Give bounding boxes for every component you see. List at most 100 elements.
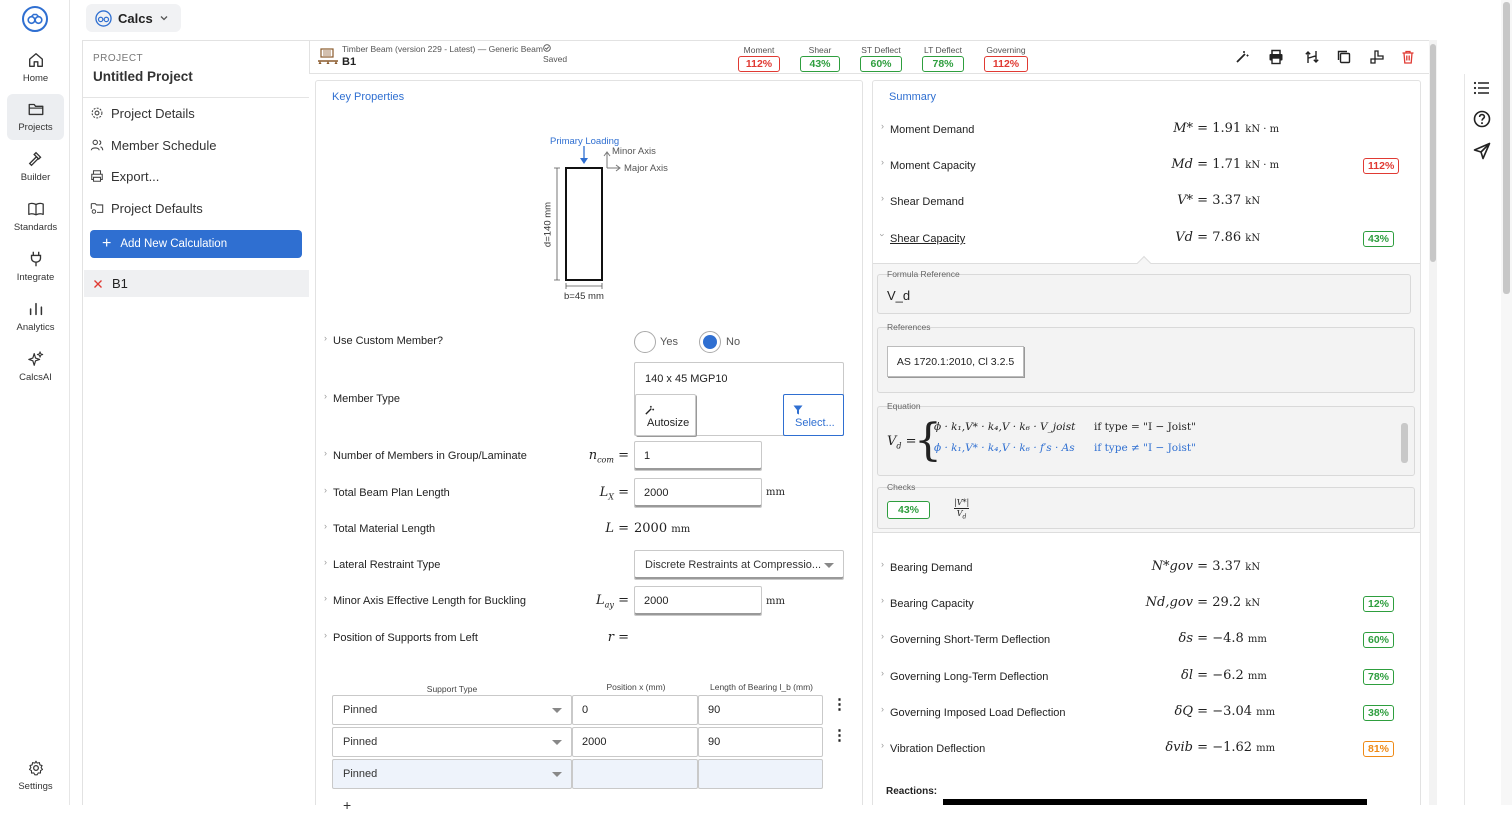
l-symbol: L = xyxy=(605,521,629,536)
member-type-value[interactable]: 140 x 45 MGP10 xyxy=(645,373,728,385)
add-calculation-button[interactable]: + Add New Calculation xyxy=(90,230,302,258)
magic-wand-icon[interactable] xyxy=(1234,49,1250,65)
list-icon[interactable] xyxy=(1472,78,1492,98)
reactions-diagram xyxy=(943,799,1367,805)
restraint-select[interactable]: Discrete Restraints at Compressio... xyxy=(634,550,844,580)
symbol: δQ xyxy=(1174,704,1193,719)
nav-standards[interactable]: Standards xyxy=(7,194,64,240)
row-math: δvib = −1.62 mm xyxy=(1103,740,1275,755)
row-menu-icon[interactable]: ⋮ xyxy=(832,728,847,743)
eff-length-input[interactable]: 2000 xyxy=(634,586,762,616)
util-lt-deflect[interactable]: LT Deflect 78% xyxy=(922,45,964,72)
equation-cond-1: if type = "I − Joist" xyxy=(1094,421,1196,433)
support-bearing-input[interactable]: 90 xyxy=(698,727,823,757)
summary-row-bearing-capacity[interactable]: › Bearing Capacity Nd,gov = 29.2 kN 12% xyxy=(873,593,1420,617)
prop-label: Number of Members in Group/Laminate xyxy=(333,450,527,462)
help-icon[interactable] xyxy=(1472,109,1492,129)
support-position-input[interactable]: 2000 xyxy=(572,727,698,757)
summary-row-st-deflection[interactable]: › Governing Short-Term Deflection δs = −… xyxy=(873,629,1420,653)
num-members-input[interactable]: 1 xyxy=(634,441,762,471)
member-schedule-item[interactable]: Member Schedule xyxy=(90,134,217,156)
nav-integrate[interactable]: Integrate xyxy=(7,244,64,290)
page-scrollbar-thumb[interactable] xyxy=(1503,2,1510,294)
close-icon[interactable] xyxy=(93,279,103,289)
chevron-right-icon[interactable]: › xyxy=(324,448,332,458)
nav-builder[interactable]: Builder xyxy=(7,144,64,190)
summary-row-bearing-demand[interactable]: › Bearing Demand N*gov = 3.37 kN xyxy=(873,557,1420,581)
summary-row-lt-deflection[interactable]: › Governing Long-Term Deflection δl = −6… xyxy=(873,666,1420,690)
send-icon[interactable] xyxy=(1472,141,1492,161)
summary-row-shear-capacity[interactable]: › Shear Capacity Vd = 7.86 kN 43% xyxy=(873,228,1420,252)
select-member-button[interactable]: Select... xyxy=(783,394,844,436)
delete-icon[interactable] xyxy=(1400,49,1416,65)
duplicate-icon[interactable] xyxy=(1336,49,1352,65)
support-type-select[interactable]: Pinned xyxy=(332,727,572,757)
project-defaults-item[interactable]: Project Defaults xyxy=(90,197,203,219)
chevron-right-icon[interactable]: › xyxy=(324,391,332,401)
chevron-right-icon[interactable]: › xyxy=(324,593,332,603)
references-box: References AS 1720.1:2010, Cl 3.2.5 xyxy=(877,322,1415,393)
nav-settings[interactable]: Settings xyxy=(7,753,64,799)
chevron-right-icon: › xyxy=(881,740,884,750)
util-governing[interactable]: Governing 112% xyxy=(984,45,1028,72)
chevron-right-icon[interactable]: › xyxy=(324,485,332,495)
equation-scrollbar[interactable] xyxy=(1401,423,1408,463)
add-row-icon[interactable]: + xyxy=(343,797,351,813)
support-position-input[interactable] xyxy=(572,759,698,789)
saved-label: Saved xyxy=(543,54,568,64)
support-type-select[interactable]: Pinned xyxy=(332,695,572,725)
support-bearing-input[interactable]: 90 xyxy=(698,695,823,725)
chevron-right-icon[interactable]: › xyxy=(324,521,332,531)
project-title[interactable]: Untitled Project xyxy=(93,69,193,84)
app-switcher[interactable]: Calcs xyxy=(86,4,181,32)
project-details-item[interactable]: Project Details xyxy=(90,102,195,124)
row-math: V* = 3.37 kN xyxy=(1103,193,1260,208)
link-member-icon[interactable] xyxy=(1369,49,1385,65)
member-item-b1[interactable]: B1 xyxy=(84,270,309,297)
beam-length-input[interactable]: 2000 xyxy=(634,478,762,508)
summary-row-shear-demand[interactable]: › Shear Demand V* = 3.37 kN xyxy=(873,191,1420,215)
nav-label: Integrate xyxy=(16,272,55,283)
chevron-right-icon[interactable]: › xyxy=(324,630,332,640)
chevron-right-icon: › xyxy=(881,121,884,131)
calcs-logo-icon[interactable] xyxy=(22,6,48,32)
select-value: Pinned xyxy=(343,736,378,748)
prop-label: Member Type xyxy=(333,393,401,405)
swap-icon[interactable] xyxy=(1304,49,1320,65)
summary-row-imposed-deflection[interactable]: › Governing Imposed Load Deflection δQ =… xyxy=(873,702,1420,726)
radio-selected-dot xyxy=(703,335,717,349)
content-scrollbar-thumb[interactable] xyxy=(1430,44,1436,262)
row-menu-icon[interactable]: ⋮ xyxy=(832,697,847,712)
summary-row-vibration-deflection[interactable]: › Vibration Deflection δvib = −1.62 mm 8… xyxy=(873,738,1420,762)
sym-main: L xyxy=(605,521,614,536)
symbol: N*gov xyxy=(1151,559,1193,574)
chevron-right-icon[interactable]: › xyxy=(324,333,332,343)
eq: = xyxy=(1197,230,1209,245)
check-ratio: |V*| Vd xyxy=(954,498,970,521)
util-moment[interactable]: Moment 112% xyxy=(738,45,780,72)
support-bearing-input[interactable] xyxy=(698,759,823,789)
export-item[interactable]: Export... xyxy=(90,165,159,187)
radio-yes[interactable] xyxy=(634,331,656,353)
chevron-right-icon[interactable]: › xyxy=(324,557,332,567)
menu-label: Project Details xyxy=(111,105,195,121)
select-label: Select... xyxy=(795,417,835,429)
nav-home[interactable]: Home xyxy=(7,45,64,91)
nav-calcsai[interactable]: CalcsAI xyxy=(7,344,64,390)
summary-row-moment-demand[interactable]: › Moment Demand M* = 1.91 kN · m xyxy=(873,119,1420,143)
support-type-select[interactable]: Pinned xyxy=(332,759,572,789)
support-position-input[interactable]: 0 xyxy=(572,695,698,725)
nav-analytics[interactable]: Analytics xyxy=(7,294,64,340)
reference-chip[interactable]: AS 1720.1:2010, Cl 3.2.5 xyxy=(887,346,1024,377)
eq: = xyxy=(1197,121,1209,136)
util-st-deflect[interactable]: ST Deflect 60% xyxy=(860,45,902,72)
autosize-button[interactable]: Autosize xyxy=(635,394,696,436)
calc-member-name[interactable]: B1 xyxy=(342,56,356,68)
fieldset-legend: References xyxy=(887,322,931,332)
print-icon[interactable] xyxy=(1268,49,1284,65)
summary-row-moment-capacity[interactable]: › Moment Capacity Md = 1.71 kN · m 112% xyxy=(873,155,1420,179)
radio-no[interactable] xyxy=(699,331,721,353)
util-shear[interactable]: Shear 43% xyxy=(800,45,840,72)
restraint-row: › Lateral Restraint Type xyxy=(324,555,440,575)
nav-projects[interactable]: Projects xyxy=(7,94,64,140)
